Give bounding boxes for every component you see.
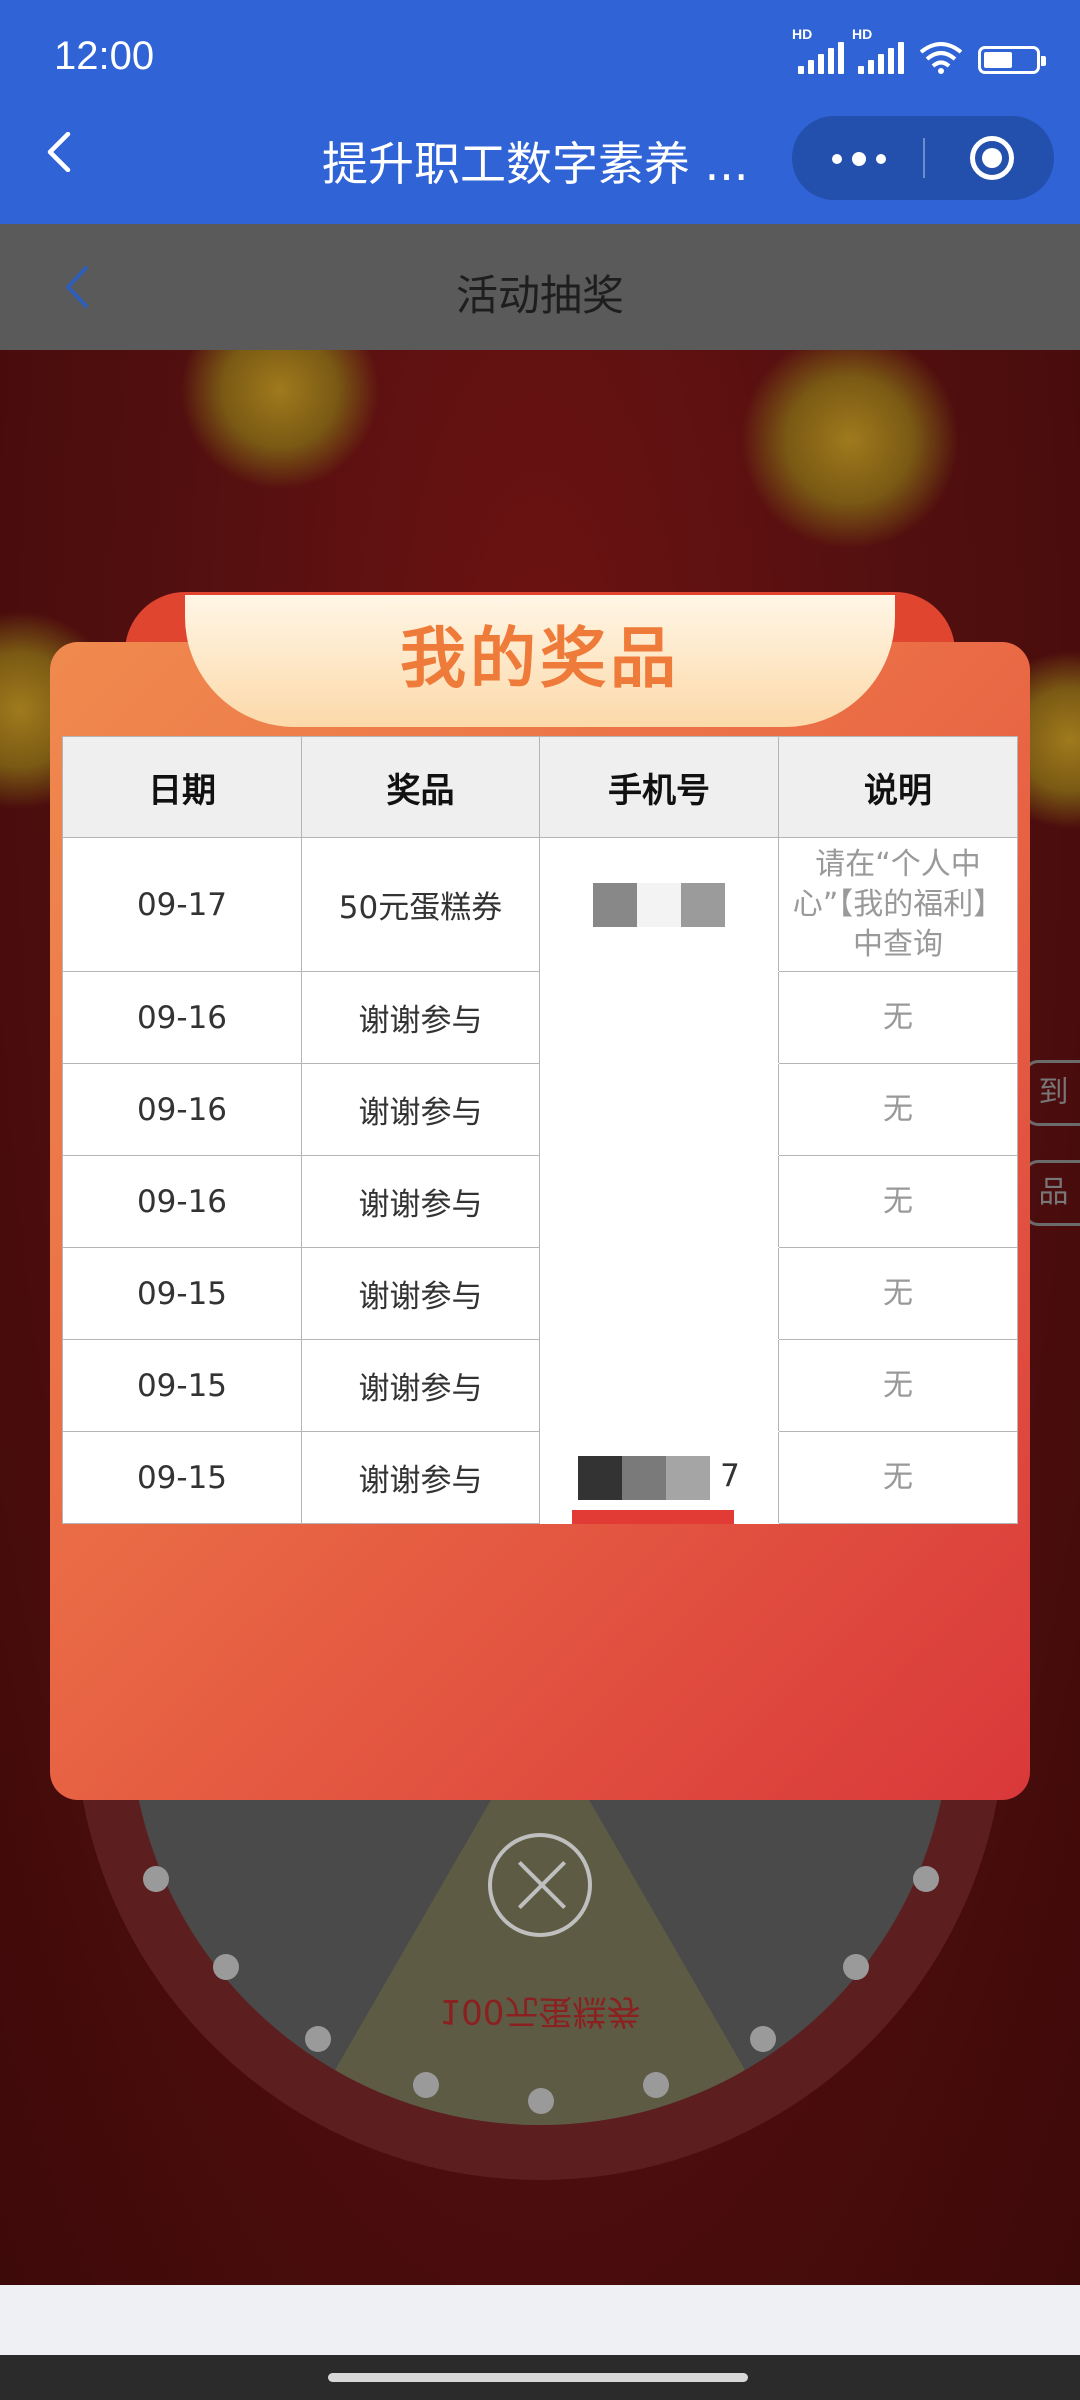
cell-prize: 50元蛋糕券 (301, 837, 540, 972)
signal-icon: HD (792, 26, 844, 74)
cell-prize: 谢谢参与 (301, 1339, 540, 1432)
table-row: 09-16 谢谢参与 无 (62, 1155, 1018, 1248)
page-header: 活动抽奖 (0, 224, 1080, 350)
column-header-phone: 手机号 (539, 736, 779, 838)
battery-icon (978, 46, 1046, 74)
status-time: 12:00 (54, 34, 155, 78)
close-miniprogram-icon[interactable] (970, 136, 1014, 180)
wheel-light (528, 2088, 554, 2114)
cell-phone (539, 1247, 779, 1340)
bottom-bar (0, 2285, 1080, 2355)
table-row: 09-15 谢谢参与 无 (62, 1247, 1018, 1340)
cell-date: 09-15 (62, 1339, 302, 1432)
page-title: 活动抽奖 (455, 271, 624, 320)
wheel-light (213, 1954, 239, 1980)
cell-prize: 谢谢参与 (301, 1247, 540, 1340)
table-row: 09-15 谢谢参与 7 无 (62, 1431, 1018, 1524)
prizes-table: 日期 奖品 手机号 说明 09-17 50元蛋糕券 请在“个人中心”【我的福利】… (62, 736, 1018, 1524)
back-arrow-icon[interactable] (40, 132, 80, 172)
hd-label: HD (792, 26, 813, 42)
cell-note: 无 (778, 1063, 1018, 1156)
cell-date: 09-17 (62, 837, 302, 972)
top-bar: 12:00 HD HD 提升职工数字素养 ... (0, 0, 1080, 224)
signal-icon-2: HD (852, 26, 904, 74)
cell-date: 09-15 (62, 1247, 302, 1340)
table-row: 09-17 50元蛋糕券 请在“个人中心”【我的福利】中查询 (62, 837, 1018, 972)
cell-prize: 谢谢参与 (301, 1063, 540, 1156)
flower-decoration (180, 350, 380, 490)
wheel-light (843, 1954, 869, 1980)
status-icons: HD HD (792, 26, 1046, 74)
cell-phone (539, 1063, 779, 1156)
cell-date: 09-16 (62, 1155, 302, 1248)
table-row: 09-15 谢谢参与 无 (62, 1339, 1018, 1432)
wheel-light (643, 2072, 669, 2098)
cell-date: 09-15 (62, 1431, 302, 1524)
side-button-1[interactable]: 到 (1024, 1060, 1080, 1126)
modal-title: 我的奖品 (400, 620, 680, 697)
cell-prize: 谢谢参与 (301, 1431, 540, 1524)
cell-note: 请在“个人中心”【我的福利】中查询 (778, 837, 1018, 972)
flower-decoration (740, 350, 960, 550)
wheel-light (913, 1866, 939, 1892)
cell-phone (539, 1155, 779, 1248)
table-row: 09-16 谢谢参与 无 (62, 971, 1018, 1064)
cell-prize: 谢谢参与 (301, 1155, 540, 1248)
wheel-prize-label: 100元蛋糕券 (439, 1991, 641, 2031)
redaction-strip (572, 1510, 734, 1524)
cell-phone (539, 837, 779, 972)
column-header-prize: 奖品 (301, 736, 540, 838)
cell-note: 无 (778, 1155, 1018, 1248)
close-modal-button[interactable] (488, 1833, 592, 1937)
hd-label-2: HD (852, 26, 873, 42)
wheel-light (413, 2072, 439, 2098)
column-header-date: 日期 (62, 736, 302, 838)
cell-note: 无 (778, 1247, 1018, 1340)
redacted-phone (578, 1455, 711, 1500)
cell-date: 09-16 (62, 1063, 302, 1156)
more-icon[interactable] (832, 152, 886, 166)
phone-tail: 7 (720, 1458, 740, 1494)
cell-note: 无 (778, 971, 1018, 1064)
column-header-note: 说明 (778, 736, 1018, 838)
redacted-phone (593, 882, 725, 927)
cell-phone (539, 971, 779, 1064)
side-button-2[interactable]: 品 (1024, 1160, 1080, 1226)
table-row: 09-16 谢谢参与 无 (62, 1063, 1018, 1156)
capsule-menu (792, 116, 1054, 200)
table-header-row: 日期 奖品 手机号 说明 (62, 736, 1018, 838)
cell-note: 无 (778, 1431, 1018, 1524)
cell-prize: 谢谢参与 (301, 971, 540, 1064)
wheel-light (143, 1866, 169, 1892)
cell-phone (539, 1339, 779, 1432)
cell-note: 无 (778, 1339, 1018, 1432)
capsule-divider (923, 138, 925, 178)
miniprogram-title: 提升职工数字素养 ... (322, 137, 749, 191)
wifi-icon (919, 42, 963, 74)
cell-date: 09-16 (62, 971, 302, 1064)
home-indicator[interactable] (328, 2373, 748, 2382)
